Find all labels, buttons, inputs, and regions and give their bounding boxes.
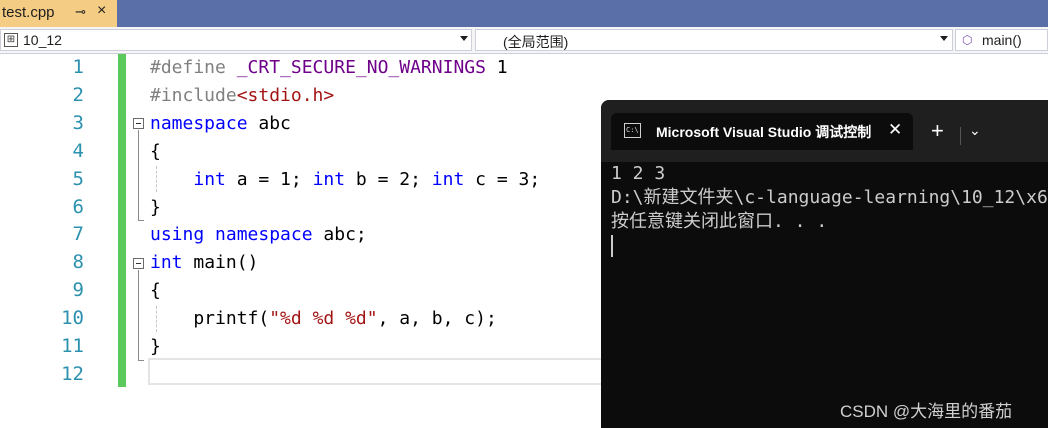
tab-test-cpp[interactable]: test.cpp ⊸ × — [0, 0, 117, 27]
new-tab-button[interactable]: + — [931, 118, 944, 144]
collapse-main-icon[interactable] — [133, 258, 144, 269]
line-number: 11 — [61, 335, 84, 357]
output-line: D:\新建文件夹\c-language-learning\10_12\x64\D… — [611, 187, 1048, 208]
project-dropdown[interactable]: ⊞ 10_12 — [0, 29, 472, 51]
member-dropdown[interactable]: ⬡ main() — [955, 29, 1048, 51]
console-tab-title: Microsoft Visual Studio 调试控制台 — [656, 124, 872, 140]
tab-label: test.cpp — [2, 4, 55, 21]
code-token: 1 — [485, 57, 508, 78]
terminal-icon: C:\ — [624, 123, 641, 138]
code-text: int main() — [150, 252, 258, 273]
code-token: int — [150, 252, 183, 274]
code-token: { — [150, 280, 161, 302]
member-label: main() — [982, 32, 1022, 48]
console-output[interactable]: 1 2 3 D:\新建文件夹\c-language-learning\10_12… — [611, 162, 1048, 258]
line-number: 8 — [72, 251, 84, 274]
code-text: { — [150, 280, 161, 301]
line-number: 1 — [72, 56, 84, 78]
code-text: #include<stdio.h> — [150, 85, 334, 106]
document-tab-strip: test.cpp ⊸ × — [0, 0, 1048, 27]
debug-console-window[interactable]: C:\ Microsoft Visual Studio 调试控制台 ✕ + ⌄ … — [601, 100, 1048, 428]
code-token: abc — [247, 112, 291, 134]
chevron-down-icon — [460, 36, 468, 41]
code-token: main() — [182, 252, 259, 274]
code-text: int a = 1; int b = 2; int c = 3; — [150, 169, 540, 190]
code-token: } — [150, 196, 161, 218]
code-line[interactable]: 1 #define _CRT_SECURE_NO_WARNINGS 1 — [0, 54, 1048, 82]
code-text: #define _CRT_SECURE_NO_WARNINGS 1 — [150, 57, 508, 78]
chevron-down-icon — [940, 36, 948, 41]
code-token: , a, b, c); — [377, 308, 497, 330]
console-title-bar: C:\ Microsoft Visual Studio 调试控制台 ✕ + ⌄ — [601, 100, 1048, 162]
code-text: printf("%d %d %d", a, b, c); — [150, 308, 497, 330]
scope-dropdown[interactable]: (全局范围) — [475, 29, 953, 51]
line-number: 2 — [72, 83, 84, 106]
indent-guide — [156, 306, 157, 332]
line-number: 10 — [61, 307, 84, 330]
code-token: #define — [150, 57, 237, 78]
console-tab[interactable]: C:\ Microsoft Visual Studio 调试控制台 ✕ — [611, 113, 913, 150]
code-token: printf( — [150, 308, 270, 330]
code-token: abc; — [312, 224, 367, 246]
line-number: 5 — [72, 167, 84, 190]
code-token: c = 3; — [464, 168, 541, 190]
line-number: 7 — [72, 223, 84, 246]
code-text: } — [150, 336, 161, 357]
code-token: } — [150, 336, 161, 357]
divider — [960, 127, 961, 145]
line-number: 12 — [61, 362, 84, 385]
line-number: 4 — [72, 139, 84, 162]
code-token: _CRT_SECURE_NO_WARNINGS — [236, 57, 486, 78]
code-text: } — [150, 197, 161, 218]
line-number: 9 — [72, 279, 84, 302]
outline-guide-end — [138, 360, 144, 361]
code-token: using — [150, 224, 205, 246]
output-line: 1 2 3 — [611, 163, 666, 184]
navigation-bar: ⊞ 10_12 (全局范围) ⬡ main() — [0, 27, 1048, 54]
project-label: 10_12 — [23, 32, 62, 48]
code-token: b = 2; — [345, 168, 432, 190]
outline-guide — [138, 130, 139, 220]
method-icon: ⬡ — [962, 33, 973, 47]
indent-guide — [156, 166, 157, 192]
code-token: <stdio.h> — [236, 84, 335, 106]
code-token: a = 1; — [225, 168, 313, 190]
code-token: int — [312, 168, 346, 190]
close-icon[interactable]: ✕ — [888, 120, 902, 140]
code-text: { — [150, 141, 161, 162]
code-token: "%d %d %d" — [269, 308, 378, 330]
chevron-down-icon[interactable]: ⌄ — [969, 122, 981, 139]
collapse-namespace-icon[interactable] — [133, 118, 144, 129]
close-tab-icon[interactable]: × — [97, 2, 106, 20]
code-token: #include — [150, 84, 237, 106]
code-text: namespace abc — [150, 113, 291, 134]
code-token: namespace — [215, 224, 313, 246]
outline-guide-end — [138, 220, 144, 221]
line-number: 3 — [72, 111, 84, 134]
code-token: int — [431, 168, 465, 190]
output-line: 按任意键关闭此窗口. . . — [611, 211, 828, 232]
code-token: int — [193, 168, 226, 190]
cursor-line — [611, 234, 1048, 258]
watermark: CSDN @大海里的番茄 — [840, 402, 1013, 421]
code-token: namespace — [150, 112, 248, 134]
code-text: using namespace abc; — [150, 224, 367, 245]
code-token: { — [150, 140, 161, 162]
text-cursor — [611, 235, 613, 257]
scope-label: (全局范围) — [503, 34, 569, 50]
outline-guide — [138, 270, 139, 360]
line-number: 6 — [72, 195, 84, 218]
pin-icon[interactable]: ⊸ — [75, 4, 86, 20]
project-icon: ⊞ — [4, 33, 18, 47]
